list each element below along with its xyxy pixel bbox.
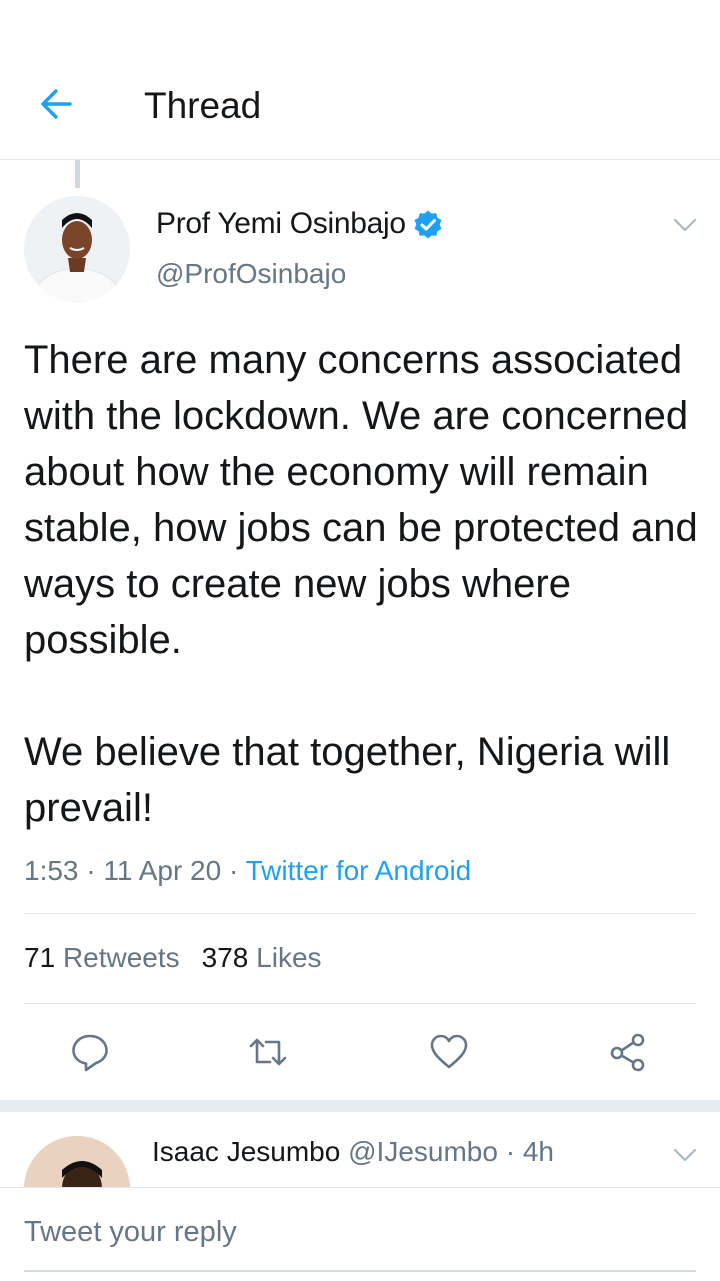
back-arrow-icon[interactable] <box>36 84 76 124</box>
retweet-icon[interactable] <box>248 1032 288 1072</box>
tweet-source-link[interactable]: Twitter for Android <box>246 855 472 886</box>
retweets-stat[interactable]: 71 Retweets <box>24 942 180 973</box>
input-underline <box>24 1270 696 1272</box>
tweet-stats: 71 Retweets 378 Likes <box>24 938 322 978</box>
divider <box>24 913 696 914</box>
page-title: Thread <box>144 85 262 126</box>
likes-stat[interactable]: 378 Likes <box>202 942 322 973</box>
meta-separator: · <box>86 855 96 886</box>
thread-connector-line <box>75 160 80 188</box>
reply-age: 4h <box>522 1136 554 1167</box>
tweet-text: There are many concerns associated with … <box>24 332 704 836</box>
tweet-paragraph: We believe that together, Nigeria will p… <box>24 730 671 830</box>
meta-separator: · <box>228 855 239 886</box>
tweet-meta: 1:53 · 11 Apr 20 · Twitter for Android <box>24 852 471 890</box>
reply-input[interactable] <box>24 1208 694 1256</box>
author-avatar[interactable] <box>24 196 130 302</box>
reply-icon[interactable] <box>70 1032 110 1072</box>
like-icon[interactable] <box>429 1032 469 1072</box>
reply-header: Isaac Jesumbo @IJesumbo · 4h <box>152 1133 554 1171</box>
divider <box>24 1003 696 1004</box>
author-handle[interactable]: @ProfOsinbajo <box>156 255 346 293</box>
reply-compose-bar <box>0 1187 720 1281</box>
author-name[interactable]: Prof Yemi Osinbajo <box>156 204 406 244</box>
app-header: Thread <box>0 0 720 160</box>
reply-author-name[interactable]: Isaac Jesumbo <box>152 1136 340 1167</box>
tweet-paragraph: There are many concerns associated with … <box>24 338 698 662</box>
chevron-down-icon[interactable] <box>672 212 698 238</box>
tweet-date: 11 Apr 20 <box>103 855 222 886</box>
section-separator <box>0 1100 720 1112</box>
meta-separator: · <box>505 1136 516 1167</box>
share-icon[interactable] <box>608 1032 648 1072</box>
retweets-count: 71 <box>24 942 56 973</box>
likes-label: Likes <box>256 942 322 973</box>
chevron-down-icon[interactable] <box>672 1142 698 1168</box>
retweets-label: Retweets <box>62 942 180 973</box>
likes-count: 378 <box>201 942 249 973</box>
reply-author-handle[interactable]: @IJesumbo <box>348 1136 498 1167</box>
tweet-time: 1:53 <box>24 855 79 886</box>
verified-badge-icon <box>412 209 444 241</box>
